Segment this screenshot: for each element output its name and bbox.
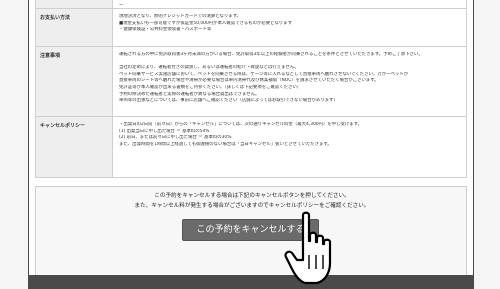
table-row: キャンセルポリシー ・出発日の2日前（前々日）からの「キャンセル」については、次… (35, 117, 467, 178)
row-line: 現地決済となり、原則クレジットカードでの清算となります。 (119, 14, 242, 19)
row-label (36, 0, 113, 8)
row-line: 免許証等が本人確認が出来る書類をご持参ください。（詳しくは下記要項をご確認くださ… (119, 84, 302, 90)
row-label-notes: 注意事項 (36, 47, 113, 116)
table-row: お支払い方法 現地決済となり、原則クレジットカードでの清算となります。 ■現金支… (35, 9, 467, 47)
row-line: 車両等の出張などについては、事前に店舗へご確認ください（店舗によってはお取引でき… (119, 98, 338, 104)
row-line: ・出発日の2日前（前々日）からの「キャンセル」については、次の通りキャンセル料金… (119, 122, 363, 127)
page-frame: ー お支払い方法 現地決済となり、原則クレジットカードでの清算となります。 ■現… (28, 0, 474, 289)
reservation-info-table: ー お支払い方法 現地決済となり、原則クレジットカードでの清算となります。 ■現… (35, 0, 467, 178)
row-line (119, 59, 460, 66)
row-content-notes: 運転される方の中に免許取得後3ヶ月未満の方がいる場合、免許取得3年以上の経験者が… (113, 47, 466, 116)
row-line: また、出発時間を1時間以上経過しても御連絡のない場合は「当日キャンセル」扱いとさ… (119, 141, 332, 147)
row-line: 予約の際決めた運転者と実際の運転者が異なる場合貸出はできません。 (119, 91, 260, 97)
row-line: 直接車両のシート等へ触れた場合や清掃が必要な場合は車内清掃代及び休業補償（NOC… (119, 78, 379, 84)
hand-pointer-icon (284, 211, 332, 285)
row-label-payment: お支払い方法 (36, 9, 113, 46)
row-line: ペット同乗サービス実施店舗において、ペットを同乗させる際は、ゲージ等に入れるなど… (119, 71, 409, 77)
cancel-notice-line2: また、キャンセル料が発生する場合がございますのでキャンセルポリシーをご確認くださ… (134, 203, 370, 209)
bottom-bar (28, 275, 474, 289)
row-content-payment: 現地決済となり、原則クレジットカードでの清算となります。 ■現金支払いも一部可能… (113, 9, 466, 46)
row-label-cancel-policy: キャンセルポリシー (36, 117, 113, 177)
row-line: 運転される方の中に免許取得後3ヶ月未満の方がいる場合、免許取得3年以上の経験者が… (119, 52, 423, 57)
cancel-section: この予約をキャンセルする場合は下記のキャンセルボタンを押してください。 また、キ… (35, 186, 467, 289)
row-line: (1) 出発当日に申し出た場合 ＝ 基本料の50% (119, 128, 210, 134)
row-content: ー (113, 0, 466, 8)
row-line: 当社の定めにより、運転者付きの貸渡し、あるいは運転者の紹介・斡旋などは行えません… (119, 65, 299, 71)
row-content-cancel-policy: ・出発日の2日前（前々日）からの「キャンセル」については、次の通りキャンセル料金… (113, 117, 466, 177)
row-line: ・健康保険証・公共料金領収書・パスポート等 (119, 27, 212, 33)
table-row: ー (35, 0, 467, 9)
table-row: 注意事項 運転される方の中に免許取得後3ヶ月未満の方がいる場合、免許取得3年以上… (35, 47, 467, 117)
row-line: ■現金支払いも一部可能ですが保証金50,000円が本人確認できるものが必要となり… (119, 20, 292, 26)
cancel-notice-line1: この予約をキャンセルする場合は下記のキャンセルボタンを押してください。 (154, 193, 350, 199)
row-line: (2) 前日、または前々日に申し出た場合 ＝ 基本料の30% (119, 135, 232, 141)
